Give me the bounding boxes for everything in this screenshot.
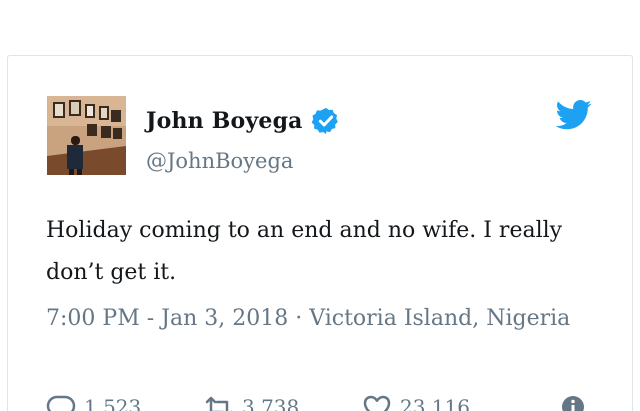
info-button[interactable] <box>558 394 596 411</box>
avatar-photo <box>47 96 126 175</box>
info-icon <box>562 396 584 411</box>
tweet-timestamp[interactable]: 7:00 PM - Jan 3, 2018 <box>46 306 288 331</box>
tweet-actions: 1,523 3,738 23,116 <box>46 394 606 411</box>
heart-icon <box>363 395 391 411</box>
retweet-button[interactable]: 3,738 <box>204 394 299 411</box>
reply-icon <box>46 395 76 411</box>
author-name-row[interactable]: John Boyega <box>146 105 341 137</box>
like-count: 23,116 <box>400 395 470 411</box>
retweet-icon <box>205 396 232 411</box>
reply-count: 1,523 <box>84 395 142 411</box>
avatar[interactable] <box>47 96 126 175</box>
author-handle[interactable]: @JohnBoyega <box>146 149 293 173</box>
tweet-meta: 7:00 PM - Jan 3, 2018 · Victoria Island,… <box>46 299 606 339</box>
meta-separator: · <box>295 306 303 331</box>
retweet-count: 3,738 <box>242 395 300 411</box>
reply-button[interactable]: 1,523 <box>46 394 141 411</box>
like-button[interactable]: 23,116 <box>362 394 470 411</box>
verified-badge-icon <box>311 107 338 135</box>
tweet-text: Holiday coming to an end and no wife. I … <box>46 218 563 285</box>
display-name[interactable]: John Boyega <box>146 108 303 134</box>
twitter-bird-icon[interactable] <box>556 100 592 130</box>
tweet-card[interactable]: John Boyega @JohnBoyega Holiday coming t… <box>7 55 633 411</box>
tweet-location[interactable]: Victoria Island, Nigeria <box>309 306 570 331</box>
